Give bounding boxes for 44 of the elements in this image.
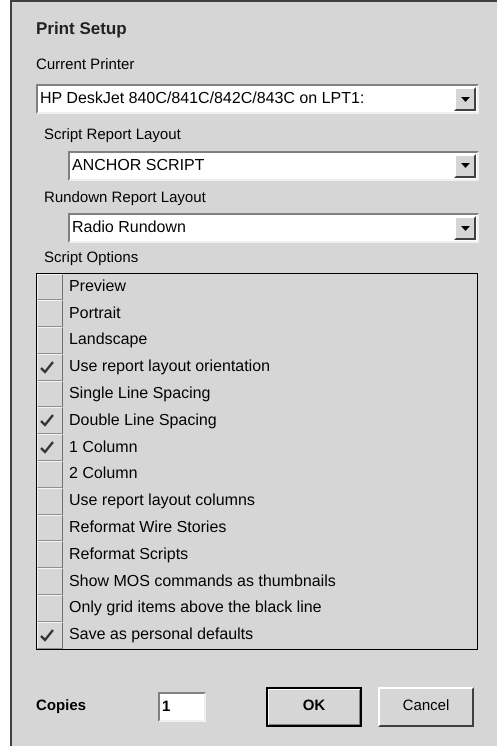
checkbox[interactable]	[37, 354, 63, 381]
option-label[interactable]: 1 Column	[63, 434, 138, 462]
group-label: Script Options	[44, 248, 138, 268]
checkbox[interactable]	[37, 568, 63, 596]
checkbox[interactable]	[37, 380, 63, 408]
checkbox[interactable]	[37, 407, 63, 434]
option-label[interactable]: Use report layout columns	[63, 488, 255, 515]
checkbox[interactable]	[37, 461, 63, 488]
checkbox[interactable]	[37, 274, 63, 300]
option-label[interactable]: Use report layout orientation	[63, 354, 270, 381]
checkbox[interactable]	[37, 300, 63, 328]
checkbox[interactable]	[37, 488, 63, 515]
dropdown[interactable]: HP DeskJet 840C/841C/842C/843C on LPT1:	[36, 84, 479, 114]
field-label: Current Printer	[36, 54, 134, 74]
checkbox[interactable]	[37, 622, 63, 649]
checkbox[interactable]	[37, 595, 63, 622]
option-label[interactable]: Only grid items above the black line	[63, 595, 322, 622]
option-label[interactable]: Save as personal defaults	[63, 622, 254, 649]
field-label: Script Report Layout	[44, 125, 181, 145]
cancel-button[interactable]: Cancel	[378, 686, 474, 727]
option-label[interactable]: Reformat Scripts	[63, 541, 188, 568]
checkbox[interactable]	[37, 514, 63, 542]
check-icon	[40, 414, 54, 428]
option-label[interactable]: Show MOS commands as thumbnails	[63, 568, 336, 596]
copies-field[interactable]: 1	[158, 692, 206, 722]
checkbox[interactable]	[37, 327, 63, 354]
checkbox[interactable]	[37, 434, 63, 462]
option-label[interactable]: Preview	[63, 274, 126, 300]
option-label[interactable]: Single Line Spacing	[63, 380, 210, 408]
option-label[interactable]: Portrait	[63, 300, 121, 328]
option-label[interactable]: Double Line Spacing	[63, 407, 217, 434]
option-label[interactable]: 2 Column	[63, 461, 138, 488]
field-label: Rundown Report Layout	[44, 188, 206, 208]
dropdown[interactable]: ANCHOR SCRIPT	[68, 150, 479, 180]
check-icon	[40, 628, 54, 642]
check-icon	[40, 360, 54, 374]
check-icon	[40, 441, 54, 454]
ok-button[interactable]: OK	[266, 686, 362, 727]
option-label[interactable]: Landscape	[63, 327, 148, 354]
dropdown[interactable]: Radio Rundown	[68, 213, 479, 243]
dialog-title: Print Setup	[36, 18, 127, 40]
field-label: Copies	[36, 696, 88, 716]
checkbox[interactable]	[37, 541, 63, 568]
option-label[interactable]: Reformat Wire Stories	[63, 514, 226, 542]
